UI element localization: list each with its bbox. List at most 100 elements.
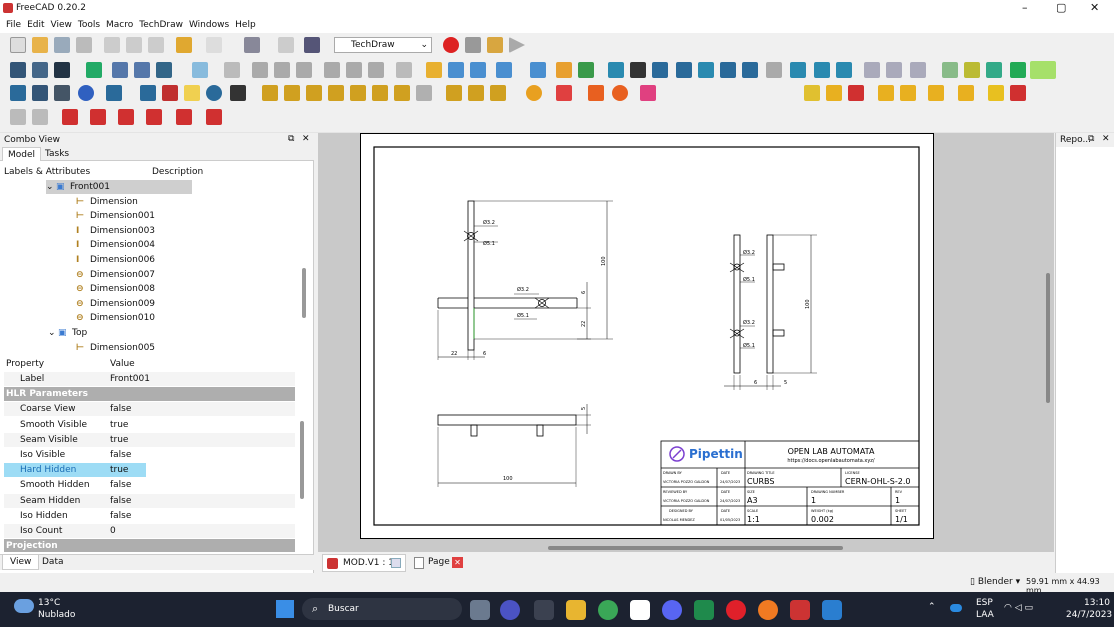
props-scrollbar[interactable] — [300, 421, 304, 499]
tree-header-labels[interactable]: Labels & Attributes — [4, 167, 90, 177]
report-float-icon[interactable]: ⧉ — [1088, 134, 1094, 144]
length-dimension-icon[interactable] — [262, 85, 278, 101]
menu-macro[interactable]: Macro — [106, 20, 133, 30]
print-page-icon[interactable] — [910, 62, 926, 78]
chamfer-dimension-icon[interactable] — [176, 109, 192, 125]
chamfer-icon[interactable] — [900, 85, 916, 101]
hatch-icon[interactable] — [942, 62, 958, 78]
refresh2-icon[interactable] — [278, 37, 294, 53]
tree-item-dimension001[interactable]: ⊢ Dimension001 — [76, 209, 155, 223]
prop-value[interactable]: false — [110, 448, 131, 463]
arc-length-icon[interactable] — [206, 109, 222, 125]
axonometric-icon[interactable] — [878, 85, 894, 101]
group-icon[interactable] — [448, 62, 464, 78]
rich-annotation-icon[interactable] — [1010, 62, 1026, 78]
fit-all-icon[interactable] — [10, 62, 26, 78]
projection-group-icon[interactable] — [652, 62, 668, 78]
circle-centerline-icon[interactable] — [612, 85, 628, 101]
prop-row[interactable]: Iso Hidden false — [4, 509, 295, 524]
arch-view-icon[interactable] — [742, 62, 758, 78]
tree-item-dimension007[interactable]: ⊖ Dimension007 — [76, 268, 155, 282]
image-app-icon[interactable] — [822, 600, 842, 620]
right-view[interactable] — [724, 234, 817, 390]
prop-value[interactable]: Front001 — [110, 372, 150, 387]
prop-row[interactable]: Seam Hidden false — [4, 493, 295, 509]
export-dxf-icon[interactable] — [886, 62, 902, 78]
draw-style-icon[interactable] — [54, 62, 70, 78]
cosmetic-vertex-icon[interactable] — [78, 85, 94, 101]
chrome-icon[interactable] — [598, 600, 618, 620]
radius-dimension-icon[interactable] — [328, 85, 344, 101]
surface-finish-icon[interactable] — [804, 85, 820, 101]
tab-model[interactable]: Model — [2, 147, 42, 161]
close-panel-icon[interactable]: ✕ — [302, 134, 310, 144]
tab-view[interactable]: View — [2, 555, 40, 570]
centerline-icon[interactable] — [106, 85, 122, 101]
back-icon[interactable] — [112, 62, 128, 78]
tree-item-top[interactable]: ⌄ ▣ Top — [48, 326, 87, 340]
detail-view-icon[interactable] — [698, 62, 714, 78]
prop-value[interactable]: false — [110, 478, 131, 493]
spreadsheet-view-icon[interactable] — [766, 62, 782, 78]
drawing-canvas[interactable]: Ø3.2 Ø5.1 Ø3.2 Ø5.1 100 6 22 22 6 100 5 … — [318, 133, 1054, 552]
lang-1[interactable]: ESP — [976, 598, 993, 608]
top-view-icon[interactable] — [274, 62, 290, 78]
diameter-dimension-icon[interactable] — [350, 85, 366, 101]
prop-section[interactable]: Projection — [4, 539, 295, 552]
search-box[interactable]: ⌕ Buscar — [302, 598, 462, 620]
close-button[interactable]: ✕ — [1090, 1, 1099, 14]
show-all-icon[interactable] — [206, 85, 222, 101]
frame-icon[interactable] — [958, 85, 974, 101]
coord-dimension-icon[interactable] — [146, 109, 162, 125]
expand-chevron-icon[interactable]: ⌄ — [46, 180, 56, 194]
hole-shaft-fit-icon[interactable] — [848, 85, 864, 101]
tree-item-dimension003[interactable]: I Dimension003 — [76, 224, 155, 238]
drawing-page[interactable]: Ø3.2 Ø5.1 Ø3.2 Ø5.1 100 6 22 22 6 100 5 … — [360, 133, 934, 539]
tree-item-dimension004[interactable]: I Dimension004 — [76, 238, 155, 252]
canvas-vscrollbar[interactable] — [1046, 273, 1050, 403]
firefox-icon[interactable] — [758, 600, 778, 620]
close-page-tab-icon[interactable]: ✕ — [452, 557, 463, 568]
notion-icon[interactable] — [630, 600, 650, 620]
draft-view-icon[interactable] — [720, 62, 736, 78]
leader-icon[interactable] — [986, 62, 1002, 78]
wifi-volume-battery-icon[interactable]: ◠ ◁ ▭ — [1004, 603, 1033, 613]
horizontal-chain-icon[interactable] — [62, 109, 78, 125]
save-icon[interactable] — [54, 37, 70, 53]
kanban-icon[interactable] — [694, 600, 714, 620]
link-actions-icon[interactable] — [496, 62, 512, 78]
prop-value[interactable]: true — [110, 433, 128, 448]
prop-value[interactable]: true — [110, 418, 128, 433]
section-view-icon[interactable] — [676, 62, 692, 78]
workbench-selector[interactable]: TechDraw ⌄ — [334, 37, 432, 53]
tab-data[interactable]: Data — [42, 557, 64, 567]
prop-value[interactable]: true — [110, 463, 128, 478]
whats-this-icon[interactable] — [304, 37, 320, 53]
tab-mod-v1[interactable]: MOD.V1 : 1* — [322, 554, 406, 572]
angle3pt-dimension-icon[interactable] — [394, 85, 410, 101]
geom-hatch-icon[interactable] — [964, 62, 980, 78]
active-view-icon[interactable] — [630, 62, 646, 78]
menu-help[interactable]: Help — [235, 20, 256, 30]
prop-row[interactable]: Coarse View false — [4, 402, 295, 418]
menu-techdraw[interactable]: TechDraw — [139, 20, 183, 30]
prop-row[interactable]: Smooth Visible true — [4, 418, 295, 433]
prop-row[interactable]: Seam Visible true — [4, 432, 295, 448]
tree-scrollbar[interactable] — [302, 268, 306, 318]
open-file-icon[interactable] — [32, 37, 48, 53]
windows-start-icon[interactable] — [276, 600, 294, 618]
prop-row[interactable]: Hard Hidden true — [4, 463, 295, 479]
image-icon[interactable] — [836, 62, 852, 78]
midpoint-icon[interactable] — [526, 85, 542, 101]
clock-time[interactable]: 13:10 — [1084, 598, 1110, 608]
link-icon[interactable] — [470, 62, 486, 78]
undo-icon[interactable] — [176, 37, 192, 53]
file-explorer-icon[interactable] — [566, 600, 586, 620]
remove-cosmetic-icon[interactable] — [162, 85, 178, 101]
tolerance-icon[interactable] — [928, 85, 944, 101]
tab-page[interactable]: Page ✕ — [412, 554, 468, 572]
angle-dimension-icon[interactable] — [372, 85, 388, 101]
redo-icon[interactable] — [206, 37, 222, 53]
tree-item-dimension005[interactable]: ⊢ Dimension005 — [76, 341, 155, 350]
extent-icon[interactable] — [416, 85, 432, 101]
